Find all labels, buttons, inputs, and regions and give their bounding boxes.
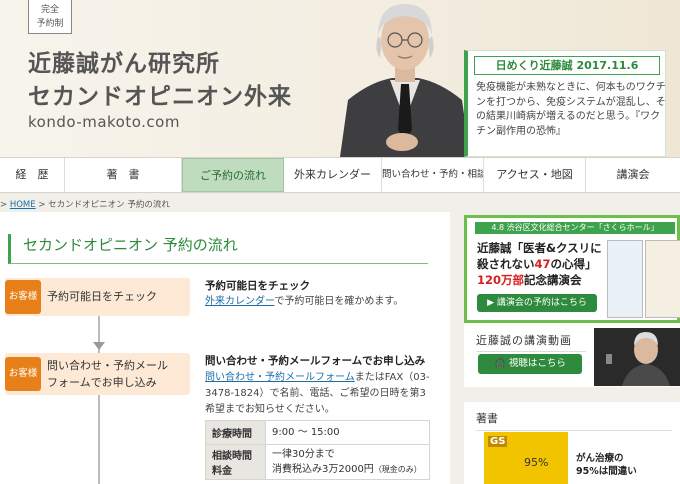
breadcrumb-arrow-icon: > (0, 200, 10, 210)
doctor-portrait-image (340, 4, 470, 157)
step-1-detail-text: 外来カレンダーで予約可能日を確かめます。 (205, 294, 435, 310)
fee-label-line2: 料金 (212, 466, 232, 477)
table-header-fee: 相談時間 料金 (205, 444, 266, 480)
fee-label-line1: 相談時間 (212, 451, 252, 462)
watch-video-button[interactable]: 🎧 視聴はこちら (478, 354, 582, 374)
book-cover-image (645, 240, 680, 318)
site-logo-title[interactable]: 近藤誠がん研究所 セカンドオピニオン外来 (28, 48, 292, 114)
headphones-icon: 🎧 (494, 358, 509, 369)
title-line1: 近藤誠がん研究所 (28, 51, 220, 77)
customer-badge: お客様 (5, 357, 41, 391)
nav-item-access[interactable]: アクセス・地図 (484, 158, 586, 192)
nav-item-calendar[interactable]: 外来カレンダー (284, 158, 382, 192)
promo-copies: 120万部 (477, 273, 525, 287)
fee-amount: 消費税込み3万2000円 (272, 464, 374, 475)
site-header: 完全 予約制 近藤誠がん研究所 セカンドオピニオン外来 kondo-makoto… (0, 0, 680, 157)
video-section-label: 近藤誠の講演動画 (476, 332, 586, 352)
flow-arrow-down-icon (93, 342, 105, 350)
book-cover-image (607, 240, 643, 318)
fee-value-line1: 一律30分まで (272, 449, 335, 460)
daily-quote-body: 免疫機能が未熟なときに、何本ものワクチンを打つから、免疫システムが混乱し、その結… (476, 82, 666, 137)
lecture-video-box: 近藤誠の講演動画 🎧 視聴はこちら (464, 323, 680, 387)
daily-quote-box: 日めくり近藤誠 2017.11.6 免疫機能が未熟なときに、何本ものワクチンを打… (464, 50, 666, 157)
fee-value-line2: 消費税込み3万2000円（現金のみ） (272, 462, 423, 477)
watch-video-label: 視聴はこちら (508, 358, 566, 369)
nav-item-inquiry[interactable]: 問い合わせ・予約・相談票 (382, 158, 484, 192)
step-1-detail-title: 予約可能日をチェック (205, 280, 310, 292)
nav-item-lectures[interactable]: 講演会 (586, 158, 680, 192)
book-title[interactable]: がん治療の 95%は間違い (576, 452, 637, 478)
table-row: 相談時間 料金 一律30分まで 消費税込み3万2000円（現金のみ） (205, 444, 430, 480)
lecture-reserve-label: 講演会の予約はこちら (496, 298, 587, 308)
nav-item-profile[interactable]: 経 歴 (0, 158, 65, 192)
book-cover-image[interactable]: GS 95% (484, 432, 568, 484)
book-title-line2: 95%は間違い (576, 466, 637, 477)
breadcrumb: > HOME > セカンドオピニオン 予約の流れ (0, 198, 170, 210)
step-2-label: 問い合わせ・予約メール フォームでお申し込み (47, 357, 168, 391)
promo-event: 記念講演会 (524, 273, 582, 287)
page-title: セカンドオピニオン 予約の流れ (8, 234, 428, 264)
fee-note: （現金のみ） (373, 465, 422, 474)
arrow-right-icon: ▶ (487, 298, 497, 308)
table-header-hours: 診療時間 (205, 420, 266, 445)
flow-step-1: お客様 予約可能日をチェック (5, 278, 190, 316)
book-cover-number: 95% (524, 456, 549, 469)
breadcrumb-home-link[interactable]: HOME (10, 200, 36, 210)
table-cell-fee: 一律30分まで 消費税込み3万2000円（現金のみ） (265, 444, 430, 480)
books-box: 著書 GS 95% がん治療の 95%は間違い (464, 402, 680, 484)
flow-step-2: お客様 問い合わせ・予約メール フォームでお申し込み (5, 353, 190, 395)
title-line2: セカンドオピニオン外来 (28, 84, 292, 110)
promo-header: 4.8 渋谷区文化総合センター「さくらホール」 (475, 222, 675, 234)
badge-line2: 予約制 (36, 19, 64, 29)
main-content: セカンドオピニオン 予約の流れ お客様 予約可能日をチェック 予約可能日をチェッ… (0, 212, 450, 484)
lecture-reserve-button[interactable]: ▶ 講演会の予約はこちら (477, 294, 597, 312)
step-2-label-line1: 問い合わせ・予約メール (47, 359, 168, 372)
step-2-detail-text: 問い合わせ・予約メールフォームまたはFAX（03-3478-1824）で名前、電… (205, 370, 435, 418)
calendar-link[interactable]: 外来カレンダー (205, 296, 274, 307)
main-nav: 経 歴 著 書 ご予約の流れ 外来カレンダー 問い合わせ・予約・相談票 アクセス… (0, 157, 680, 193)
table-cell-hours: 9:00 ～ 15:00 (265, 420, 430, 445)
step-1-detail-rest: で予約可能日を確かめます。 (274, 296, 404, 307)
book-title-line1: がん治療の (576, 453, 624, 464)
promo-title-number: 47 (534, 257, 551, 271)
reservation-only-badge: 完全 予約制 (28, 0, 72, 34)
book-series-mark: GS (488, 436, 508, 447)
step-1-label: 予約可能日をチェック (47, 290, 157, 303)
nav-item-reservation-flow[interactable]: ご予約の流れ (182, 158, 284, 192)
consultation-info-table: 診療時間 9:00 ～ 15:00 相談時間 料金 一律30分まで 消費税込み3… (205, 420, 430, 480)
lecture-promo-banner[interactable]: 4.8 渋谷区文化総合センター「さくらホール」 近藤誠「医者&クスリに殺されない… (464, 215, 680, 323)
site-url: kondo-makoto.com (28, 113, 180, 131)
customer-badge: お客様 (5, 280, 41, 314)
video-thumbnail-image[interactable] (594, 328, 680, 386)
books-section-label: 著書 (476, 410, 672, 431)
nav-item-books[interactable]: 著 書 (65, 158, 182, 192)
inquiry-form-link[interactable]: 問い合わせ・予約メールフォーム (205, 372, 355, 383)
promo-title: 近藤誠「医者&クスリに殺されない47の心得」 120万部記念講演会 (477, 240, 607, 288)
breadcrumb-separator: > (35, 200, 49, 210)
breadcrumb-current: セカンドオピニオン 予約の流れ (48, 200, 170, 210)
promo-title-part2: の心得」 (550, 257, 597, 271)
table-row: 診療時間 9:00 ～ 15:00 (205, 420, 430, 445)
daily-quote-title: 日めくり近藤誠 2017.11.6 (474, 56, 660, 75)
badge-line1: 完全 (40, 5, 59, 15)
step-2-detail-title: 問い合わせ・予約メールフォームでお申し込み (205, 355, 426, 367)
step-2-label-line2: フォームでお申し込み (47, 376, 157, 389)
